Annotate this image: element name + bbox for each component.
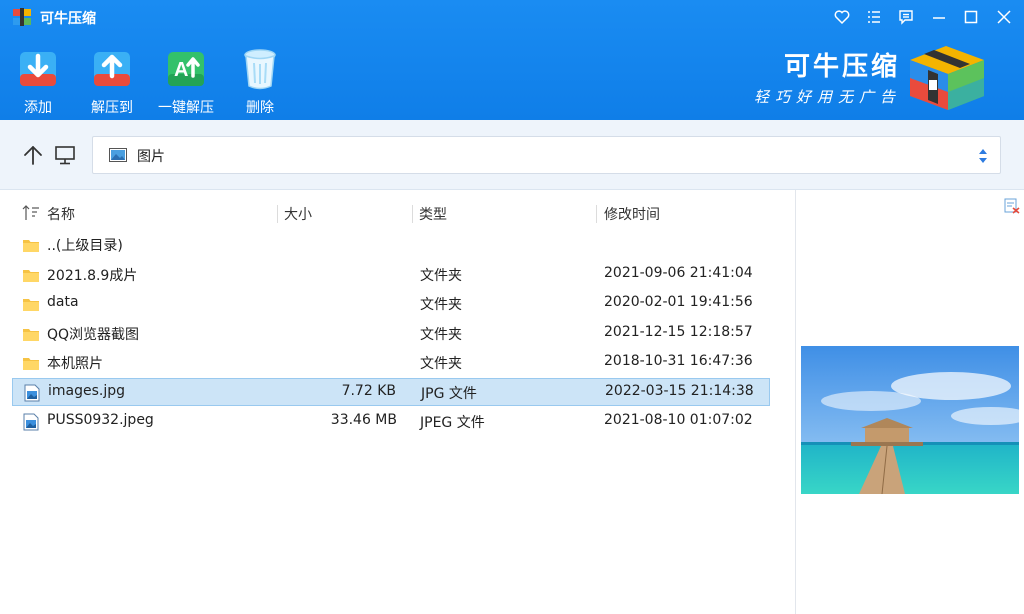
column-header-name[interactable]: 名称 [47,204,75,224]
image-file-icon [24,384,40,402]
file-row[interactable]: ..(上级目录) [12,231,770,259]
folder-icon [23,358,39,370]
extract-to-icon [94,52,130,86]
brand-name: 可牛压缩 [784,52,901,82]
file-list: 名称 大小 类型 修改时间 ..(上级目录) 2021.8.9成片 文件夹 20… [0,190,795,614]
trash-icon [244,49,276,90]
add-button-label: 添加 [24,100,52,116]
close-icon[interactable] [993,6,1015,28]
column-header-size[interactable]: 大小 [284,204,312,224]
file-row[interactable]: QQ浏览器截图 文件夹 2021-12-15 12:18:57 [12,320,770,348]
image-file-icon [23,413,39,431]
folder-icon [23,270,39,282]
sort-icon[interactable] [22,204,42,222]
maximize-icon[interactable] [960,6,982,28]
folder-icon [23,240,39,252]
ad-close-icon[interactable] [1004,198,1020,214]
file-row[interactable]: data 文件夹 2020-02-01 19:41:56 [12,290,770,318]
extract-to-button[interactable]: 解压到 [77,44,147,118]
column-separator[interactable] [596,205,597,223]
minimize-icon[interactable] [928,6,950,28]
current-path-text: 图片 [137,149,165,165]
up-arrow-icon[interactable] [22,144,44,166]
heart-icon[interactable] [831,6,853,28]
column-separator[interactable] [412,205,413,223]
navigation-bar: 图片 [0,120,1024,190]
brand-slogan: 轻巧好用无广告 [754,88,902,106]
app-header: 可牛压缩 添加 解压到 A 一键解压 删除 可牛压缩 轻巧好用无广告 [0,0,1024,120]
file-row[interactable]: 本机照片 文件夹 2018-10-31 16:47:36 [12,349,770,377]
preview-image[interactable] [801,346,1019,494]
brand-archive-box-icon [910,46,984,110]
delete-button[interactable]: 删除 [225,44,295,118]
title-bar: 可牛压缩 [0,0,1024,34]
feedback-icon[interactable] [895,6,917,28]
file-row[interactable]: PUSS0932.jpeg 33.46 MB JPEG 文件 2021-08-1… [12,408,770,436]
one-click-extract-icon: A [168,52,204,86]
one-click-extract-button-label: 一键解压 [158,100,214,116]
add-button[interactable]: 添加 [3,44,73,118]
column-separator[interactable] [277,205,278,223]
image-folder-icon [109,148,127,162]
window-title: 可牛压缩 [40,11,96,27]
column-header-modified[interactable]: 修改时间 [604,204,660,224]
path-input[interactable]: 图片 [92,136,1001,174]
app-logo-icon [13,8,31,26]
path-spinner-icon[interactable] [978,148,988,164]
delete-button-label: 删除 [246,100,274,116]
side-panel [796,190,1024,614]
file-row[interactable]: 2021.8.9成片 文件夹 2021-09-06 21:41:04 [12,261,770,289]
computer-icon[interactable] [54,144,76,166]
menu-list-icon[interactable] [863,6,885,28]
file-row-selected[interactable]: images.jpg 7.72 KB JPG 文件 2022-03-15 21:… [12,378,770,406]
add-archive-icon [20,52,56,86]
folder-icon [23,299,39,311]
svg-text:A: A [174,59,188,81]
extract-to-button-label: 解压到 [91,100,133,116]
folder-icon [23,329,39,341]
one-click-extract-button[interactable]: A 一键解压 [151,44,221,118]
column-header-type[interactable]: 类型 [419,204,447,224]
